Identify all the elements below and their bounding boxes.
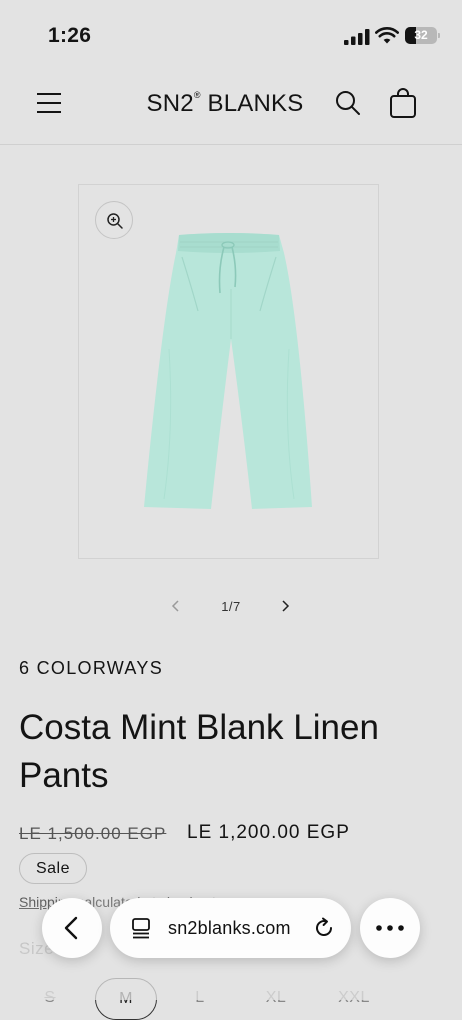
battery-level: 32 <box>414 28 428 42</box>
logo-text-tail: BLANKS <box>200 90 304 117</box>
logo-registered-mark: ® <box>193 90 201 100</box>
status-time: 1:26 <box>48 24 92 47</box>
cellular-signal-icon <box>344 29 370 45</box>
back-arrow-icon <box>64 916 78 940</box>
battery-icon: 32 <box>405 27 440 44</box>
size-option-l[interactable]: L <box>172 978 228 1020</box>
size-option-s[interactable]: S <box>22 978 78 1020</box>
address-url: sn2blanks.com <box>168 918 291 938</box>
wifi-icon <box>375 26 399 44</box>
zoom-in-icon <box>107 213 123 229</box>
price-original: LE 1,500.00 EGP <box>19 824 167 843</box>
logo-text: SN2 <box>146 90 194 117</box>
address-bar[interactable]: sn2blanks.com <box>110 898 351 958</box>
zoom-button[interactable] <box>95 201 133 239</box>
size-option-xl[interactable]: XL <box>246 978 306 1020</box>
price-sale: LE 1,200.00 EGP <box>187 822 350 843</box>
browser-back-button[interactable] <box>42 898 102 958</box>
more-icon <box>376 925 404 931</box>
colorways-label: 6 COLORWAYS <box>19 658 164 678</box>
search-icon[interactable] <box>334 89 362 117</box>
cart-icon[interactable] <box>388 87 418 119</box>
size-option-xxl[interactable]: XXL <box>322 978 386 1020</box>
size-options: S M L XL XXL <box>0 978 462 1020</box>
product-title: Costa Mint Blank Linen Pants <box>19 708 379 795</box>
reload-icon[interactable] <box>311 915 337 941</box>
size-option-m[interactable]: M <box>95 978 157 1020</box>
sale-badge: Sale <box>19 853 87 884</box>
chevron-right-icon[interactable] <box>277 598 293 614</box>
gallery-pager: 1/7 <box>0 592 462 620</box>
site-header: SN2® BLANKS <box>0 72 462 145</box>
status-bar: 1:26 32 <box>0 0 462 72</box>
more-button[interactable] <box>360 898 420 958</box>
tabs-icon <box>132 918 150 939</box>
product-image <box>144 233 312 509</box>
gallery-counter: 1/7 <box>221 599 241 614</box>
product-gallery[interactable] <box>78 184 379 559</box>
